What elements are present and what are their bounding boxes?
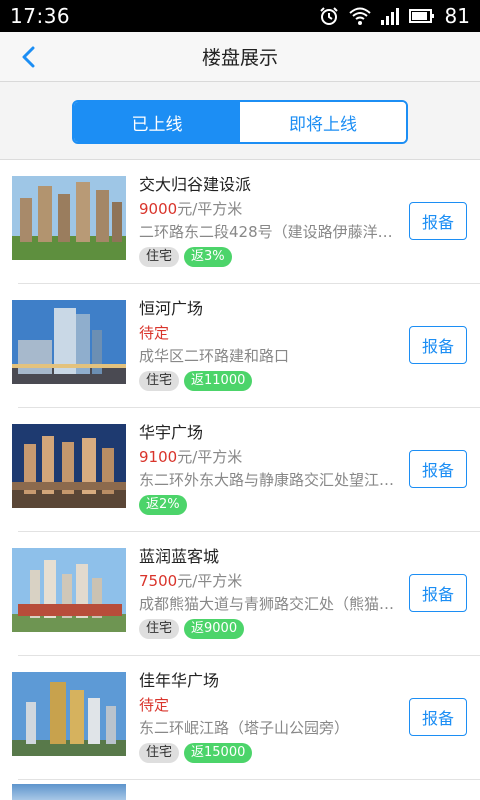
status-time: 17:36 xyxy=(10,4,71,28)
rebate-tag: 返3% xyxy=(184,247,232,267)
wifi-icon xyxy=(348,6,371,26)
tab-bar: 已上线 即将上线 xyxy=(0,83,480,160)
property-address: 二环路东二段428号（建设路伊藤洋华堂对面） xyxy=(139,223,401,241)
price-value: 9000 xyxy=(139,200,178,218)
next-item-image-peek xyxy=(12,784,126,800)
property-name: 交大归谷建设派 xyxy=(139,175,252,194)
property-name: 恒河广场 xyxy=(139,299,204,318)
tag-group: 住宅 返15000 xyxy=(139,743,401,763)
report-button[interactable]: 报备 xyxy=(409,698,467,736)
page-title: 楼盘展示 xyxy=(201,47,278,69)
list-item[interactable]: 交大归谷建设派 9000元/平方米 二环路东二段428号（建设路伊藤洋华堂对面）… xyxy=(0,160,480,284)
rebate-tag: 返2% xyxy=(139,495,187,515)
list-item[interactable]: 恒河广场 待定 成华区二环路建和路口 住宅 返11000 报备 xyxy=(0,284,480,408)
list-item[interactable]: 华宇广场 9100元/平方米 东二环外东大路与静康路交汇处望江楼旁 返2% 报备 xyxy=(0,408,480,532)
back-button[interactable] xyxy=(14,42,42,72)
tag-group: 返2% xyxy=(139,495,401,515)
property-price: 待定 xyxy=(139,694,401,717)
status-icons: 81 xyxy=(319,4,470,28)
rebate-tag: 返11000 xyxy=(184,371,253,391)
alarm-icon xyxy=(319,6,339,26)
property-image xyxy=(12,548,126,632)
tag-group: 住宅 返9000 xyxy=(139,619,401,639)
tab-coming-soon[interactable]: 即将上线 xyxy=(240,102,406,142)
report-button[interactable]: 报备 xyxy=(409,326,467,364)
property-image xyxy=(12,300,126,384)
report-button[interactable]: 报备 xyxy=(409,450,467,488)
chevron-left-icon xyxy=(22,46,35,68)
price-unit: 元/平方米 xyxy=(177,448,243,466)
price-unit: 元/平方米 xyxy=(177,200,243,218)
property-name: 华宇广场 xyxy=(139,423,204,442)
property-list: 交大归谷建设派 9000元/平方米 二环路东二段428号（建设路伊藤洋华堂对面）… xyxy=(0,160,480,800)
divider xyxy=(18,779,480,780)
property-name: 蓝润蓝客城 xyxy=(139,547,220,566)
rebate-tag: 返15000 xyxy=(184,743,253,763)
segmented-control: 已上线 即将上线 xyxy=(72,100,408,144)
property-price: 9100元/平方米 xyxy=(139,446,401,469)
property-name: 佳年华广场 xyxy=(139,671,220,690)
price-unit: 元/平方米 xyxy=(177,572,243,590)
property-price: 7500元/平方米 xyxy=(139,570,401,593)
list-item[interactable]: 蓝润蓝客城 7500元/平方米 成都熊猫大道与青狮路交汇处（熊猫基地旁） 住宅 … xyxy=(0,532,480,656)
property-price: 待定 xyxy=(139,322,401,345)
price-unit: 待定 xyxy=(139,696,170,714)
report-button[interactable]: 报备 xyxy=(409,574,467,612)
price-unit: 待定 xyxy=(139,324,170,342)
price-value: 7500 xyxy=(139,572,178,590)
type-tag: 住宅 xyxy=(139,247,180,267)
price-value: 9100 xyxy=(139,448,178,466)
rebate-tag: 返9000 xyxy=(184,619,245,639)
property-price: 9000元/平方米 xyxy=(139,198,401,221)
property-address: 成华区二环路建和路口 xyxy=(139,347,290,365)
battery-level: 81 xyxy=(444,4,470,28)
tag-group: 住宅 返3% xyxy=(139,247,401,267)
property-address: 成都熊猫大道与青狮路交汇处（熊猫基地旁） xyxy=(139,595,401,613)
type-tag: 住宅 xyxy=(139,619,180,639)
property-address: 东二环岷江路（塔子山公园旁） xyxy=(139,719,350,737)
type-tag: 住宅 xyxy=(139,371,180,391)
type-tag: 住宅 xyxy=(139,743,180,763)
status-bar: 17:36 81 xyxy=(0,0,480,32)
property-address: 东二环外东大路与静康路交汇处望江楼旁 xyxy=(139,471,401,489)
list-item[interactable]: 佳年华广场 待定 东二环岷江路（塔子山公园旁） 住宅 返15000 报备 xyxy=(0,656,480,780)
battery-icon xyxy=(408,6,435,26)
nav-bar: 楼盘展示 xyxy=(0,32,480,82)
property-image xyxy=(12,672,126,756)
property-image xyxy=(12,176,126,260)
tab-online[interactable]: 已上线 xyxy=(74,102,240,142)
report-button[interactable]: 报备 xyxy=(409,202,467,240)
signal-icon xyxy=(379,6,399,26)
tag-group: 住宅 返11000 xyxy=(139,371,401,391)
property-image xyxy=(12,424,126,508)
